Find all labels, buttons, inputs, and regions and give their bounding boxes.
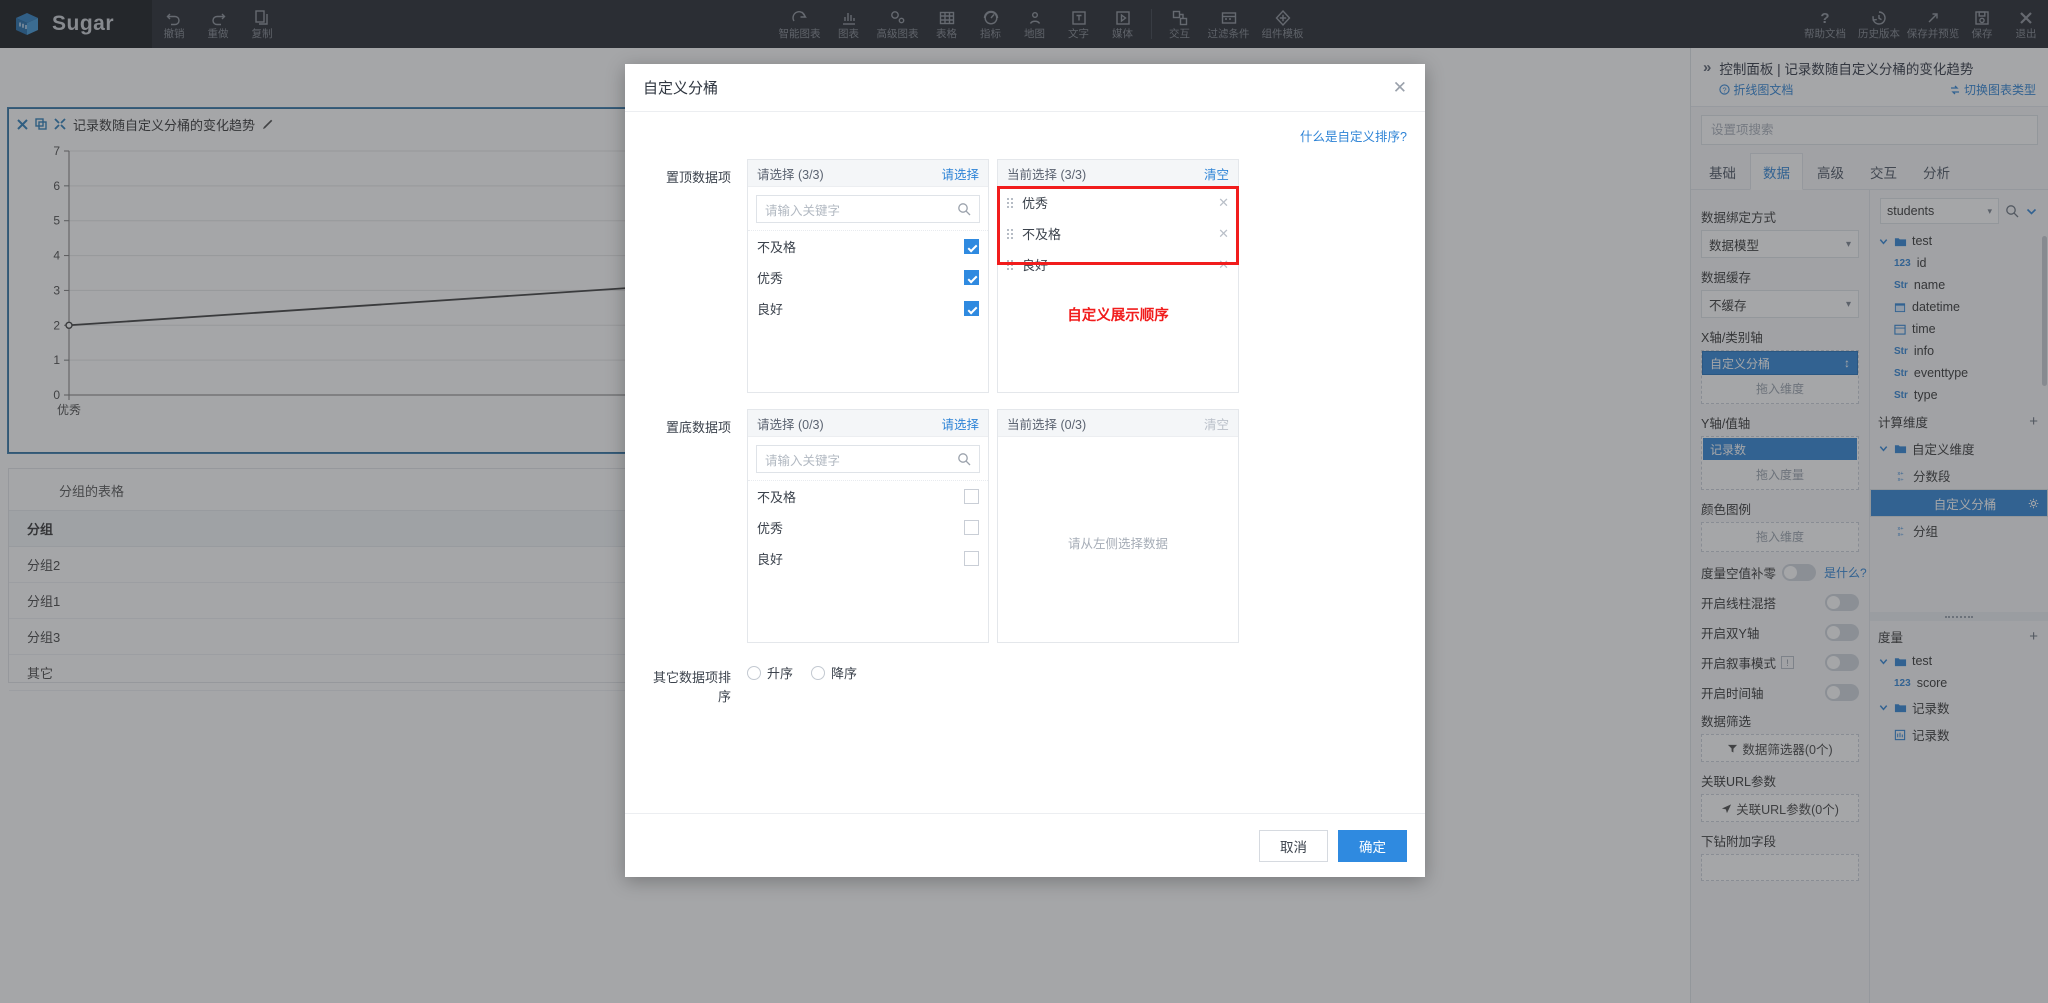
pane-header: 当前选择 (0/3) 清空 [998,410,1238,437]
selected-items-pane[interactable]: 当前选择 (0/3) 清空请从左侧选择数据 [997,409,1239,643]
option-checkbox[interactable] [964,301,979,316]
option-label: 优秀 [757,521,784,536]
sort-option-升序[interactable]: 升序 [747,663,811,682]
selected-item-row[interactable]: 优秀 ✕ [998,187,1238,218]
close-icon[interactable]: ✕ [1393,79,1407,96]
search-icon[interactable] [957,202,971,216]
dialog-row-置底数据项[interactable]: 置底数据项 请选择 (0/3) 请选择 请输入关键字 不及格 优秀 良好 当前选择 (0/3)… [643,409,1407,643]
pane-title: 当前选择 (3/3) [1007,167,1087,182]
radio-button[interactable] [747,665,761,680]
dialog-header: 自定义分桶 ✕ [625,64,1425,112]
pane-header: 当前选择 (3/3) 清空 [998,160,1238,187]
selected-item-label: 良好 [1022,258,1049,273]
other-items-sort-row[interactable]: 其它数据项排序 升序 降序 [643,659,1407,705]
option-label: 不及格 [757,490,797,505]
pane-title: 请选择 (3/3) [757,167,824,182]
option-row[interactable]: 优秀 [748,512,988,543]
option-list[interactable]: 不及格 优秀 良好 [748,481,988,574]
pane-header: 请选择 (3/3) 请选择 [748,160,988,187]
drag-grip-icon[interactable] [1007,197,1013,208]
option-row[interactable]: 不及格 [748,231,988,262]
drag-grip-icon[interactable] [1007,259,1013,270]
other-items-sort-label: 其它数据项排序 [652,670,731,704]
pane-action-select[interactable]: 请选择 [941,164,979,183]
dialog-row-label: 置底数据项 [665,420,731,435]
dialog-body[interactable]: 什么是自定义排序? 置顶数据项 请选择 (3/3) 请选择 请输入关键字 不及格 优秀 良好… [625,112,1425,813]
selected-item-list[interactable]: 优秀 ✕ 不及格 ✕ 良好 ✕ 自定义展示顺序 [997,186,1239,392]
selected-items-pane[interactable]: 当前选择 (3/3) 清空优秀 ✕ 不及格 ✕ 良好 ✕ 自定义展示顺序 [997,159,1239,393]
empty-state-hint: 请从左侧选择数据 [1067,537,1168,551]
cancel-button[interactable]: 取消 [1259,829,1328,862]
option-label: 优秀 [757,271,784,286]
custom-bucket-dialog[interactable]: 自定义分桶 ✕ 什么是自定义排序? 置顶数据项 请选择 (3/3) 请选择 请输入关键… [625,64,1425,877]
option-list[interactable]: 不及格 优秀 良好 [748,231,988,324]
pane-header: 请选择 (0/3) 请选择 [748,410,988,437]
pane-action-clear[interactable]: 清空 [1204,414,1229,433]
option-checkbox[interactable] [964,239,979,254]
remove-x-icon[interactable]: ✕ [1218,195,1229,211]
option-checkbox[interactable] [964,270,979,285]
pane-action-select[interactable]: 请选择 [941,414,979,433]
option-label: 不及格 [757,240,797,255]
option-row[interactable]: 良好 [748,293,988,324]
keyword-search-input[interactable]: 请输入关键字 [756,445,980,473]
dialog-title: 自定义分桶 [643,80,719,97]
radio-label: 升序 [767,666,794,681]
remove-x-icon[interactable]: ✕ [1218,226,1229,242]
annotation-text: 自定义展示顺序 [1067,308,1169,324]
keyword-search-input[interactable]: 请输入关键字 [756,195,980,223]
available-items-pane[interactable]: 请选择 (0/3) 请选择请输入关键字不及格优秀良好 [747,409,989,643]
dialog-row-label: 置顶数据项 [665,170,731,185]
selected-item-list[interactable]: 请从左侧选择数据 [998,437,1238,642]
sort-radio-group[interactable]: 升序 降序 [747,659,875,682]
sort-option-降序[interactable]: 降序 [811,663,875,682]
dialog-rows[interactable]: 置顶数据项 请选择 (3/3) 请选择 请输入关键字 不及格 优秀 良好 当前选择 (3/3)… [643,159,1407,643]
remove-x-icon[interactable]: ✕ [1218,257,1229,273]
dialog-row-置顶数据项[interactable]: 置顶数据项 请选择 (3/3) 请选择 请输入关键字 不及格 优秀 良好 当前选择 (3/3)… [643,159,1407,393]
radio-button[interactable] [811,665,826,680]
option-label: 良好 [757,552,784,567]
keyword-search-placeholder: 请输入关键字 [765,203,841,218]
option-row[interactable]: 优秀 [748,262,988,293]
option-label: 良好 [757,302,784,317]
drag-grip-icon[interactable] [1007,228,1013,239]
available-items-pane[interactable]: 请选择 (3/3) 请选择请输入关键字不及格优秀良好 [747,159,989,393]
selected-item-row[interactable]: 不及格 ✕ [998,218,1238,249]
search-icon[interactable] [957,452,971,466]
pane-title: 当前选择 (0/3) [1007,417,1087,432]
pane-title: 请选择 (0/3) [757,417,824,432]
option-row[interactable]: 良好 [748,543,988,574]
selected-item-label: 不及格 [1022,227,1062,242]
selected-item-label: 优秀 [1022,196,1049,211]
option-checkbox[interactable] [964,489,979,504]
confirm-button[interactable]: 确定 [1338,829,1407,862]
option-row[interactable]: 不及格 [748,481,988,512]
selected-item-row[interactable]: 良好 ✕ [998,249,1238,280]
radio-label: 降序 [831,666,858,681]
pane-action-clear[interactable]: 清空 [1204,164,1229,183]
custom-sort-help-link[interactable]: 什么是自定义排序? [643,126,1407,145]
keyword-search-placeholder: 请输入关键字 [765,453,841,468]
option-checkbox[interactable] [964,551,979,566]
keyword-search[interactable]: 请输入关键字 [748,437,988,481]
dialog-footer: 取消 确定 [625,813,1425,877]
option-checkbox[interactable] [964,520,979,535]
keyword-search[interactable]: 请输入关键字 [748,187,988,231]
